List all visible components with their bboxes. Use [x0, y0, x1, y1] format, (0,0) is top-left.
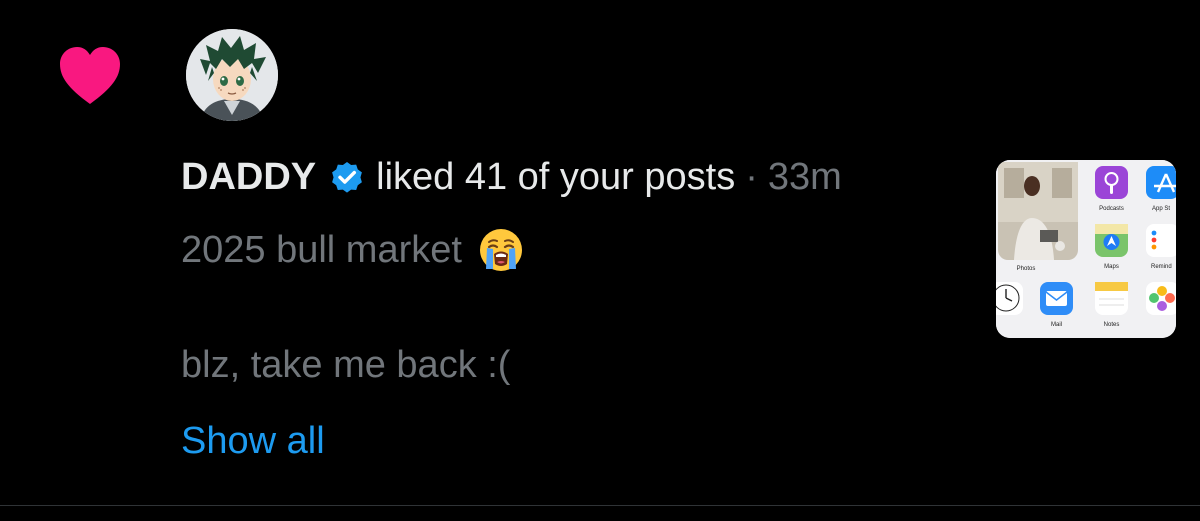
post-text-line-2: blz, take me back :(	[181, 340, 510, 390]
user-name[interactable]: DADDY	[181, 156, 316, 199]
label-photos: Photos	[1017, 266, 1036, 272]
reminders-icon	[1146, 224, 1176, 257]
podcasts-icon	[1095, 166, 1128, 199]
post-text: 2025 bull market	[181, 228, 462, 271]
loudly-crying-face-emoji	[479, 229, 522, 271]
label-maps: Maps	[1104, 264, 1119, 270]
verified-badge-icon	[332, 161, 363, 193]
label-notes: Notes	[1104, 322, 1120, 328]
avatar[interactable]	[186, 29, 278, 121]
post-thumbnail[interactable]: Podcasts App St Photos Maps Remind Mail …	[996, 160, 1176, 338]
like-notification[interactable]: DADDY liked 41 of your posts · 33m 2025 …	[0, 0, 1200, 506]
separator-dot: ·	[745, 155, 758, 198]
label-mail: Mail	[1051, 322, 1062, 328]
timestamp: 33m	[767, 155, 842, 198]
post-text-line-1: 2025 bull market	[181, 224, 524, 276]
show-all-link[interactable]: Show all	[181, 420, 325, 463]
label-app-store: App St	[1152, 206, 1170, 212]
notification-headline: DADDY liked 41 of your posts · 33m	[181, 152, 842, 202]
post-text: blz, take me back :(	[181, 343, 511, 386]
heart-icon	[60, 47, 120, 104]
divider	[0, 505, 1200, 506]
label-reminders: Remind	[1151, 264, 1172, 270]
action-text: liked 41 of your posts	[376, 155, 736, 198]
label-podcasts: Podcasts	[1099, 206, 1124, 212]
